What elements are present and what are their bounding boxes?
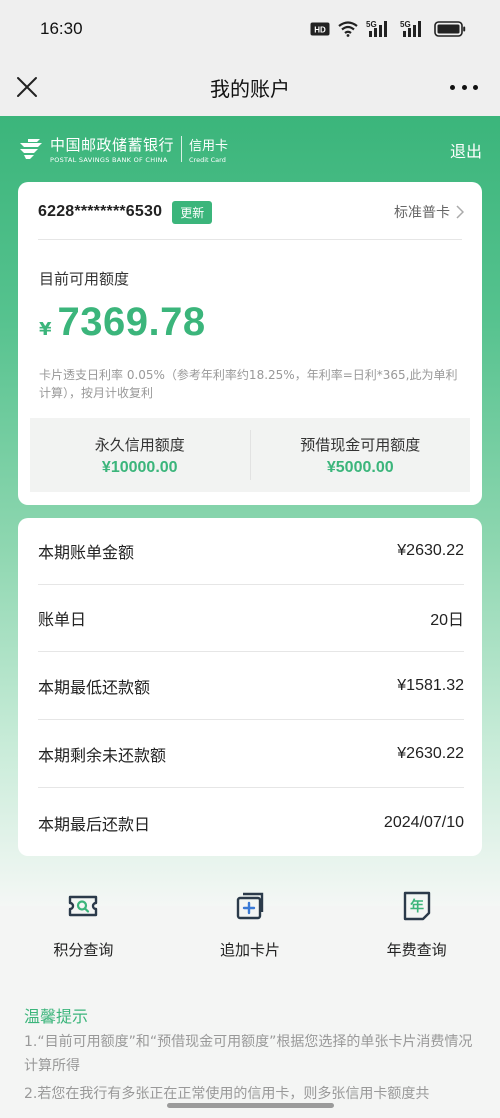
bill-details: 本期账单金额 ¥2630.22 账单日 20日 本期最低还款额 ¥1581.32… [18, 518, 482, 856]
bill-value: 2024/07/10 [383, 813, 464, 831]
hd-icon: HD [310, 22, 330, 36]
brand-divider [181, 136, 183, 162]
permanent-limit: 永久信用额度 ¥10000.00 [30, 418, 250, 492]
bill-row-remaining-balance: 本期剩余未还款额 ¥2630.22 [38, 721, 464, 788]
limits-box: 永久信用额度 ¥10000.00 预借现金可用额度 ¥5000.00 [30, 418, 470, 492]
wifi-icon [338, 21, 358, 37]
bill-value: ¥2630.22 [397, 542, 464, 559]
svg-text:HD: HD [314, 26, 326, 35]
available-amount: ¥ 7369.78 [39, 300, 206, 345]
page-title: 我的账户 [210, 76, 290, 101]
annual-fee-query-button[interactable]: 年 年费查询 [333, 890, 500, 970]
close-icon[interactable] [14, 74, 40, 100]
bank-name-en: POSTAL SAVINGS BANK OF CHINA [50, 156, 168, 164]
available-label: 目前可用额度 [39, 270, 130, 288]
divider [38, 239, 462, 240]
tips-line-1: 1.“目前可用额度”和“预借现金可用额度”根据您选择的单张卡片消费情况计算所得 [24, 1034, 473, 1074]
home-indicator[interactable] [167, 1103, 334, 1108]
battery-icon [434, 21, 466, 37]
bill-row-statement-date: 账单日 20日 [38, 585, 464, 652]
chevron-right-icon [456, 205, 464, 219]
permanent-limit-value: ¥10000.00 [101, 458, 178, 476]
currency-symbol: ¥ [39, 319, 52, 340]
update-button[interactable]: 更新 [172, 200, 213, 224]
status-time: 16:30 [40, 19, 83, 38]
nav-bar: 我的账户 [0, 58, 500, 116]
logout-button[interactable]: 退出 [450, 138, 482, 162]
bill-row-statement-amount: 本期账单金额 ¥2630.22 [38, 518, 464, 585]
points-query-button[interactable]: 积分查询 [0, 890, 167, 970]
add-card-button[interactable]: 追加卡片 [167, 890, 334, 970]
status-bar: 16:30 HD 5G 5G [0, 0, 500, 58]
tips-title: 温馨提示 [24, 1007, 89, 1026]
cash-advance-label: 预借现金可用额度 [300, 435, 421, 454]
bill-label: 账单日 [38, 610, 87, 629]
product-name-en: Credit Card [189, 155, 226, 164]
bill-label: 本期最后还款日 [38, 814, 151, 834]
interest-rate-note: 卡片透支日利率 0.05%（参考年利率约18.25%，年利率=日利*365,此为… [39, 368, 458, 400]
signal-5g-icon: 5G [366, 20, 387, 37]
bill-value: ¥2630.22 [397, 745, 464, 762]
card-level-link[interactable]: 标准普卡 [394, 202, 464, 222]
quick-actions: 积分查询 追加卡片 年 年费查询 [0, 890, 500, 970]
cash-advance-value: ¥5000.00 [326, 458, 394, 476]
product-name: 信用卡 [189, 138, 229, 154]
bill-value: 20日 [430, 612, 464, 629]
card-number: 6228********6530 [38, 203, 163, 220]
bill-row-minimum-payment: 本期最低还款额 ¥1581.32 [38, 653, 464, 720]
annual-fee-icon: 年 [403, 891, 430, 921]
add-card-icon [236, 892, 264, 920]
status-icons: HD 5G 5G [310, 20, 466, 38]
more-icon[interactable] [450, 76, 478, 98]
signal-5g-icon: 5G [400, 20, 421, 37]
bill-label: 本期剩余未还款额 [38, 746, 167, 765]
bank-brand: 中国邮政储蓄银行 POSTAL SAVINGS BANK OF CHINA 信用… [18, 134, 228, 164]
cash-advance-limit: 预借现金可用额度 ¥5000.00 [251, 418, 471, 492]
permanent-limit-label: 永久信用额度 [94, 435, 185, 454]
bank-logo-icon [20, 139, 42, 159]
bank-name: 中国邮政储蓄银行 [50, 136, 175, 154]
action-label: 追加卡片 [220, 941, 281, 959]
bill-label: 本期最低还款额 [38, 678, 151, 697]
svg-text:5G: 5G [400, 20, 411, 29]
action-label: 积分查询 [53, 941, 114, 959]
available-value: 7369.78 [57, 300, 206, 344]
points-search-icon [69, 895, 98, 917]
annual-fee-glyph: 年 [410, 898, 424, 915]
card-level-label: 标准普卡 [394, 205, 450, 221]
svg-text:5G: 5G [366, 20, 377, 29]
bill-row-due-date: 本期最后还款日 2024/07/10 [38, 789, 464, 856]
action-label: 年费查询 [386, 941, 447, 959]
bill-value: ¥1581.32 [397, 677, 464, 694]
card-summary: 6228********6530 更新 标准普卡 目前可用额度 ¥ 7369.7… [18, 182, 482, 505]
bill-label: 本期账单金额 [38, 543, 135, 562]
